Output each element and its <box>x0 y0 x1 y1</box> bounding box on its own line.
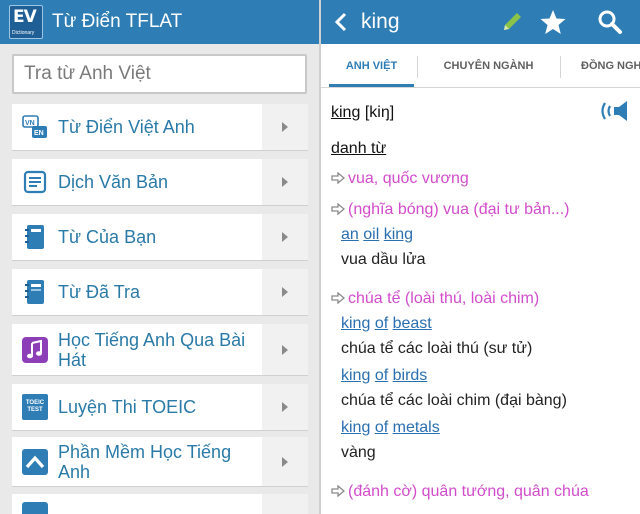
app-icon <box>22 496 48 514</box>
example-english: king of birds <box>341 367 427 385</box>
menu-item-label: Từ Đã Tra <box>58 282 141 302</box>
document-icon <box>22 169 48 195</box>
menu-item-learn-via-songs[interactable]: Học Tiếng Anh Qua Bài Hát <box>12 324 308 376</box>
menu-item-learning-software[interactable]: Phần Mềm Học Tiếng Anh <box>12 437 308 487</box>
menu-item-label: Học Tiếng Anh Qua Bài Hát <box>58 329 246 370</box>
sense-text: (nghĩa bóng) vua (đại tư bản...) <box>348 201 570 218</box>
word-title: king <box>361 10 400 33</box>
example-word-link[interactable]: king <box>341 315 370 332</box>
sense-meaning: vua, quốc vương <box>331 170 469 189</box>
example-word-link[interactable]: oil <box>363 226 379 243</box>
menu-item-history[interactable]: Từ Đã Tra <box>12 269 308 316</box>
arrow-right-icon <box>331 171 346 189</box>
chevron-right-icon[interactable] <box>262 269 308 315</box>
toeic-icon: TOEIC TEST <box>22 394 48 420</box>
menu-item-label: Luyện Thi TOEIC <box>58 397 197 417</box>
toeic-icon-label: TOEIC TEST <box>25 400 45 413</box>
menu-item-translate-text[interactable]: Dịch Văn Bản <box>12 159 308 206</box>
menu-item-label: Dịch Văn Bản <box>58 172 169 192</box>
sense-text: chúa tể (loài thú, loài chim) <box>348 290 540 307</box>
speaker-icon[interactable] <box>596 96 632 126</box>
app-logo-subtitle: Dictionary <box>12 30 35 36</box>
app-title: Từ Điển TFLAT <box>52 11 183 32</box>
menu-item-vietnamese-english[interactable]: VN EN Từ Điển Việt Anh <box>12 104 308 151</box>
sense-meaning: chúa tể (loài thú, loài chim) <box>331 290 539 309</box>
app-logo: EV Dictionary <box>9 5 43 39</box>
tab-specialized[interactable]: CHUYÊN NGÀNH <box>421 44 556 88</box>
headword[interactable]: king <box>331 104 360 121</box>
example-word-link[interactable]: of <box>375 419 388 436</box>
search-icon[interactable] <box>596 8 624 36</box>
svg-text:VN: VN <box>25 120 35 127</box>
arrow-right-icon <box>331 202 346 220</box>
example-word-link[interactable]: king <box>341 367 370 384</box>
word-header: king <box>321 0 640 44</box>
app-header: EV Dictionary Từ Điển TFLAT <box>0 0 319 44</box>
example-word-link[interactable]: of <box>375 315 388 332</box>
example-word-link[interactable]: metals <box>393 419 440 436</box>
menu-item-label: Từ Của Bạn <box>58 227 157 247</box>
app-logo-mark: EV <box>13 7 37 27</box>
chevron-right-icon[interactable] <box>262 437 308 486</box>
sense-meaning: (đánh cờ) quân tướng, quân chúa <box>331 483 589 502</box>
sense-text: (đánh cờ) quân tướng, quân chúa <box>348 483 589 500</box>
example-word-link[interactable]: an <box>341 226 359 243</box>
up-chevron-app-icon <box>22 448 48 475</box>
music-note-icon <box>22 336 48 363</box>
history-notebook-icon <box>22 279 48 305</box>
favorite-star-icon[interactable] <box>539 8 567 36</box>
menu-item-partial[interactable] <box>12 494 308 514</box>
example-vietnamese: chúa tể các loài thú (sư tử) <box>341 340 533 357</box>
search-input[interactable] <box>14 56 305 92</box>
sense-meaning: (nghĩa bóng) vua (đại tư bản...) <box>331 201 570 220</box>
chevron-right-icon[interactable] <box>262 159 308 205</box>
back-arrow-icon[interactable] <box>331 10 353 34</box>
word-detail-pane: king ANH VIỆT CHUYÊN NGÀNH ĐỒNG NGH king… <box>321 0 640 514</box>
menu-item-label: Phần Mềm Học Tiếng Anh <box>58 441 232 482</box>
headword-line: king [kiŋ] <box>331 104 394 122</box>
menu-item-your-words[interactable]: Từ Của Bạn <box>12 214 308 261</box>
active-tab-indicator <box>329 84 414 87</box>
example-word-link[interactable]: king <box>341 419 370 436</box>
menu-item-label: Từ Điển Việt Anh <box>58 117 195 137</box>
arrow-right-icon <box>331 484 346 502</box>
example-word-link[interactable]: birds <box>393 367 428 384</box>
chevron-right-icon[interactable] <box>262 494 308 514</box>
part-of-speech: danh từ <box>331 140 387 157</box>
example-word-link[interactable]: king <box>384 226 413 243</box>
vn-en-icon: VN EN <box>22 114 48 140</box>
example-english: king of beast <box>341 315 432 333</box>
chevron-right-icon[interactable] <box>262 214 308 260</box>
tab-bar: ANH VIỆT CHUYÊN NGÀNH ĐỒNG NGH <box>321 44 640 88</box>
dictionary-home-pane: EV Dictionary Từ Điển TFLAT VN EN Từ Điể… <box>0 0 319 514</box>
example-vietnamese: chúa tể các loài chim (đại bàng) <box>341 392 567 409</box>
chevron-right-icon[interactable] <box>262 104 308 150</box>
svg-text:EN: EN <box>34 130 44 137</box>
example-vietnamese: vàng <box>341 444 376 461</box>
tab-separator <box>560 56 561 78</box>
menu-item-toeic[interactable]: TOEIC TEST Luyện Thi TOEIC <box>12 384 308 431</box>
example-english: king of metals <box>341 419 440 437</box>
pronunciation: [kiŋ] <box>364 104 395 121</box>
chevron-right-icon[interactable] <box>262 324 308 375</box>
search-box[interactable] <box>12 54 307 94</box>
example-word-link[interactable]: beast <box>393 315 432 332</box>
tab-synonyms[interactable]: ĐỒNG NGH <box>581 44 640 88</box>
notebook-icon <box>22 224 48 250</box>
tab-english-vietnamese[interactable]: ANH VIỆT <box>329 44 414 88</box>
edit-pencil-icon[interactable] <box>498 8 526 36</box>
sense-text: vua, quốc vương <box>348 170 469 187</box>
example-english: an oil king <box>341 226 413 244</box>
arrow-right-icon <box>331 291 346 309</box>
chevron-right-icon[interactable] <box>262 384 308 430</box>
example-vietnamese: vua dầu lửa <box>341 251 426 268</box>
example-word-link[interactable]: of <box>375 367 388 384</box>
tab-separator <box>417 56 418 78</box>
